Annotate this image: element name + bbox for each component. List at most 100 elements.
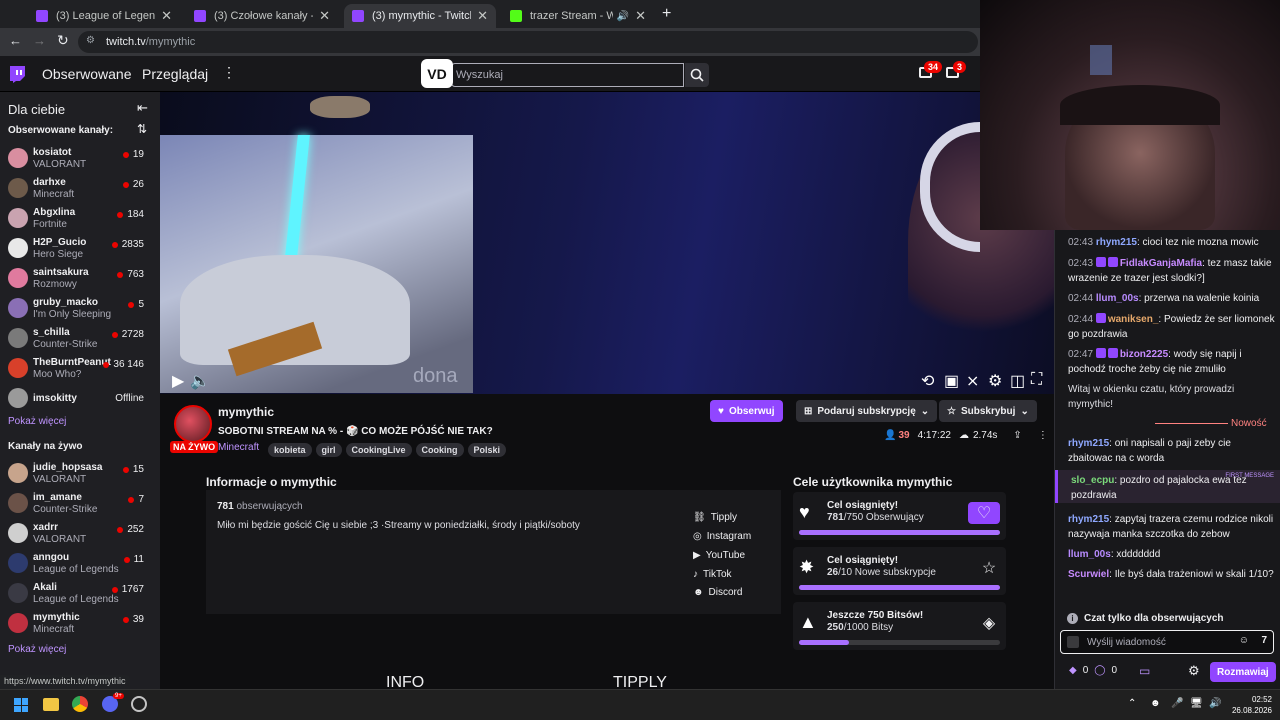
back-icon[interactable]: ← — [9, 33, 22, 48]
rewind-icon[interactable]: ⟲ — [921, 371, 934, 391]
share-icon[interactable]: ⇪ — [1013, 430, 1021, 441]
close-tab-icon[interactable]: ✕ — [477, 8, 488, 24]
forward-icon[interactable]: → — [33, 33, 46, 48]
sidebar-channel-abgxlina[interactable]: Abgxlina Fortnite 184 — [0, 204, 160, 234]
chat-badge-icon[interactable] — [1067, 636, 1079, 648]
sort-icon[interactable]: ⇅ — [137, 122, 147, 136]
goal-subscribe-star-button[interactable]: ☆ — [978, 557, 1000, 579]
tab-mymythic[interactable]: (3) mymythic - Twitch ✕ — [344, 4, 496, 28]
microphone-icon[interactable]: 🎤 — [1171, 698, 1183, 709]
sidebar-channel-theburntpeanut[interactable]: TheBurntPeanut Moo Who? 36 146 — [0, 354, 160, 384]
chat-username[interactable]: waniksen_ — [1108, 314, 1159, 325]
address-bar[interactable]: ⚙ twitch.tv/mymythic — [78, 31, 978, 53]
link-discord[interactable]: ☻ Discord — [693, 587, 742, 598]
theatre-mode-icon[interactable]: ◫ — [1010, 371, 1025, 391]
close-tab-icon[interactable]: ✕ — [635, 8, 646, 24]
chat-username[interactable]: rhym215 — [1068, 438, 1109, 449]
chat-badge-icon[interactable] — [1107, 257, 1118, 267]
tab-czolowe-kanaly[interactable]: (3) Czołowe kanały - Twitch ✕ — [186, 4, 338, 28]
chat-badge-icon[interactable] — [1095, 313, 1106, 323]
file-explorer-icon[interactable] — [43, 698, 59, 711]
link-tiktok[interactable]: ♪ TikTok — [693, 569, 732, 580]
close-tab-icon[interactable]: ✕ — [319, 8, 330, 24]
fullscreen-icon[interactable]: ⛶ — [1031, 371, 1042, 389]
reload-icon[interactable]: ↻ — [57, 32, 69, 49]
chat-username[interactable]: bizon2225 — [1120, 349, 1168, 360]
more-menu-icon[interactable]: ⋮ — [222, 64, 236, 81]
sidebar-channel-darhxe[interactable]: darhxe Minecraft 26 — [0, 174, 160, 204]
subscribe-button[interactable]: ☆ Subskrybuj ⌄ — [939, 400, 1037, 422]
channel-avatar[interactable] — [174, 405, 212, 443]
chat-settings-icon[interactable]: ⚙ — [1188, 663, 1200, 679]
tab-trazer-kick[interactable]: trazer Stream - Watch Live 🔊 ✕ — [502, 4, 654, 28]
tag[interactable]: Cooking — [415, 443, 464, 457]
show-more-live-link[interactable]: Pokaż więcej — [8, 644, 66, 655]
search-input[interactable]: Wyszukaj — [451, 63, 684, 87]
chat-badge-icon[interactable] — [1095, 257, 1106, 267]
chat-username[interactable]: Scurwiel — [1068, 569, 1109, 580]
sidebar-channel-imsokitty[interactable]: imsokitty Offline — [0, 384, 160, 414]
sidebar-channel-h2p_gucio[interactable]: H2P_Gucio Hero Siege 2835 — [0, 234, 160, 264]
volume-icon[interactable]: 🔈 — [190, 371, 210, 391]
tag[interactable]: girl — [315, 443, 342, 457]
chat-username[interactable]: FidlakGanjaMafia — [1120, 258, 1202, 269]
collapse-sidebar-icon[interactable]: ⇤ — [137, 100, 148, 116]
close-tab-icon[interactable]: ✕ — [161, 8, 172, 24]
tag[interactable]: kobieta — [268, 443, 312, 457]
chat-username[interactable]: llum_00s — [1068, 549, 1111, 560]
nav-browse[interactable]: Przeglądaj — [142, 66, 208, 82]
goal-cheer-button[interactable]: ◈ — [978, 612, 1000, 634]
show-more-link[interactable]: Pokaż więcej — [8, 416, 66, 427]
extension-emotes-icon[interactable]: 7 — [1261, 635, 1267, 646]
gift-bundle-icon[interactable]: ▭ — [1139, 664, 1150, 678]
sidebar-channel-im_amane[interactable]: im_amane Counter-Strike 7 — [0, 489, 160, 519]
sidebar-channel-judie_hopsasa[interactable]: judie_hopsasa VALORANT 15 — [0, 459, 160, 489]
chat-send-button[interactable]: Rozmawiaj — [1210, 662, 1276, 682]
chat-username[interactable]: slo_ecpu — [1071, 475, 1114, 486]
sidebar-channel-gruby_macko[interactable]: gruby_macko I'm Only Sleeping 5 — [0, 294, 160, 324]
sidebar-channel-mymythic[interactable]: mymythic Minecraft 39 — [0, 609, 160, 639]
search-button[interactable] — [685, 63, 709, 87]
nav-following[interactable]: Obserwowane — [42, 66, 132, 82]
link-youtube[interactable]: ▶ YouTube — [693, 550, 745, 561]
tab-league-of-legends[interactable]: (3) League of Legends - Twitch ✕ — [28, 4, 180, 28]
channel-name[interactable]: mymythic — [218, 405, 274, 419]
sidebar-channel-akali[interactable]: Akali League of Legends 1767 — [0, 579, 160, 609]
sidebar-channel-saintsakura[interactable]: saintsakura Rozmowy 763 — [0, 264, 160, 294]
gift-sub-button[interactable]: ⊞ Podaruj subskrypcję ⌄ — [796, 400, 938, 422]
sidebar-channel-kosiatot[interactable]: kosiatot VALORANT 19 — [0, 144, 160, 174]
extensions-icon[interactable]: ⨯ — [966, 371, 979, 391]
goal-follow-button[interactable]: ♡ — [968, 502, 1000, 524]
new-tab-button[interactable]: + — [662, 5, 671, 23]
chat-badge-icon[interactable] — [1107, 348, 1118, 358]
tag[interactable]: CookingLive — [345, 443, 412, 457]
windows-start-icon[interactable] — [14, 698, 28, 712]
chrome-icon[interactable] — [72, 696, 88, 712]
chat-username[interactable]: rhym215 — [1096, 237, 1137, 248]
clip-icon[interactable]: ▣ — [944, 371, 959, 391]
chat-username[interactable]: rhym215 — [1068, 514, 1109, 525]
audio-playing-icon[interactable]: 🔊 — [617, 11, 629, 22]
sidebar-channel-xadrr[interactable]: xadrr VALORANT 252 — [0, 519, 160, 549]
link-instagram[interactable]: ◎ Instagram — [693, 531, 751, 542]
twitch-logo-icon[interactable] — [8, 65, 26, 83]
extension-logo[interactable]: VD — [421, 59, 453, 88]
channel-points[interactable]: ◆ 0 ◯ 0 — [1069, 665, 1117, 676]
tray-chevron-icon[interactable]: ⌃ — [1128, 698, 1136, 709]
speaker-icon[interactable]: 🔊 — [1209, 698, 1221, 709]
emote-picker-icon[interactable]: ☺ — [1239, 635, 1249, 646]
more-options-icon[interactable]: ⋮ — [1038, 430, 1048, 441]
site-info-icon[interactable]: ⚙ — [86, 35, 95, 46]
link-tipply[interactable]: ⛓ Tipply — [693, 512, 737, 523]
chat-badge-icon[interactable] — [1095, 348, 1106, 358]
play-icon[interactable]: ▶ — [172, 371, 184, 391]
settings-icon[interactable]: ⚙ — [988, 371, 1002, 391]
video-player[interactable]: dona ▶ 🔈 ⟲ ▣ ⨯ ⚙ ◫ ⛶ — [160, 92, 1054, 394]
stream-category[interactable]: Minecraft — [218, 442, 259, 453]
sidebar-channel-s_chilla[interactable]: s_chilla Counter-Strike 2728 — [0, 324, 160, 354]
follow-button[interactable]: ♥ Obserwuj — [710, 400, 783, 422]
app-icon[interactable] — [131, 696, 147, 712]
tag[interactable]: Polski — [467, 443, 507, 457]
chat-username[interactable]: llum_00s — [1096, 293, 1139, 304]
network-icon[interactable]: 🖥 — [1190, 698, 1203, 709]
